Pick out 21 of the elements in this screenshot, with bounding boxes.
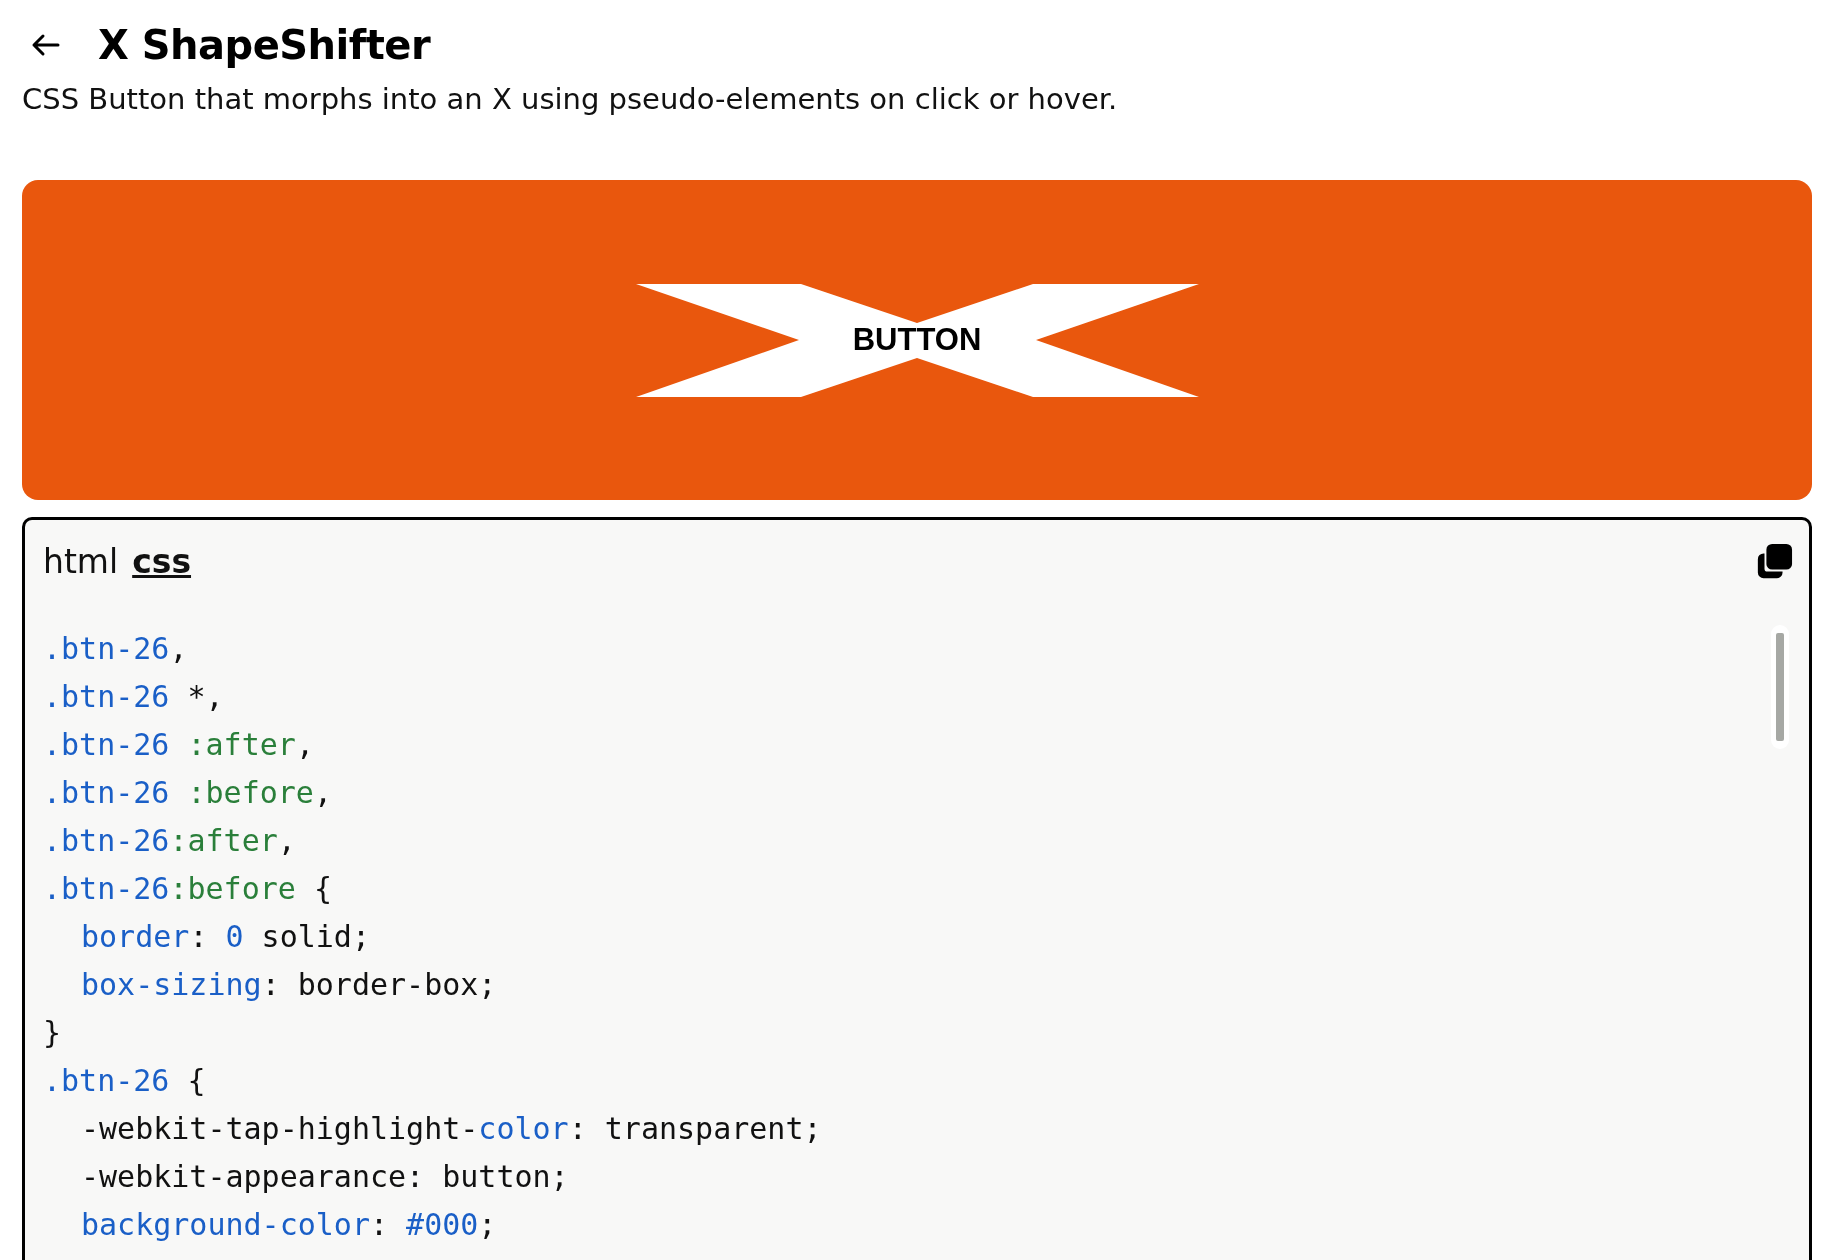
code-line: .btn-26:after, — [43, 822, 297, 860]
x-shape-button[interactable]: BUTTON — [635, 283, 1199, 397]
code-line: } — [43, 1014, 63, 1052]
code-line: -webkit-tap-highlight-color: transparent; — [80, 1110, 822, 1148]
code-line: background-color: #000; — [80, 1206, 498, 1244]
code-line: .btn-26 :before, — [43, 774, 333, 812]
scrollbar[interactable] — [1771, 625, 1789, 749]
code-line: border: 0 solid; — [80, 918, 371, 956]
copy-icon[interactable] — [1755, 542, 1793, 581]
code-line: box-sizing: border-box; — [80, 966, 498, 1004]
code-line: .btn-26 :after, — [43, 726, 315, 764]
code-line: .btn-26 *, — [43, 678, 225, 716]
page-title: X ShapeShifter — [98, 22, 431, 68]
code-line: .btn-26, — [43, 630, 189, 668]
code-line: -webkit-appearance: button; — [80, 1158, 570, 1196]
back-arrow-icon[interactable] — [30, 33, 60, 57]
code-tab[interactable]: html — [43, 542, 119, 581]
code-tab[interactable]: css — [132, 542, 192, 581]
code-line: .btn-26:before { — [43, 870, 333, 908]
code-line: .btn-26 { — [43, 1062, 207, 1100]
page-description: CSS Button that morphs into an X using pseudo-elements on click or hover. — [22, 82, 1119, 116]
